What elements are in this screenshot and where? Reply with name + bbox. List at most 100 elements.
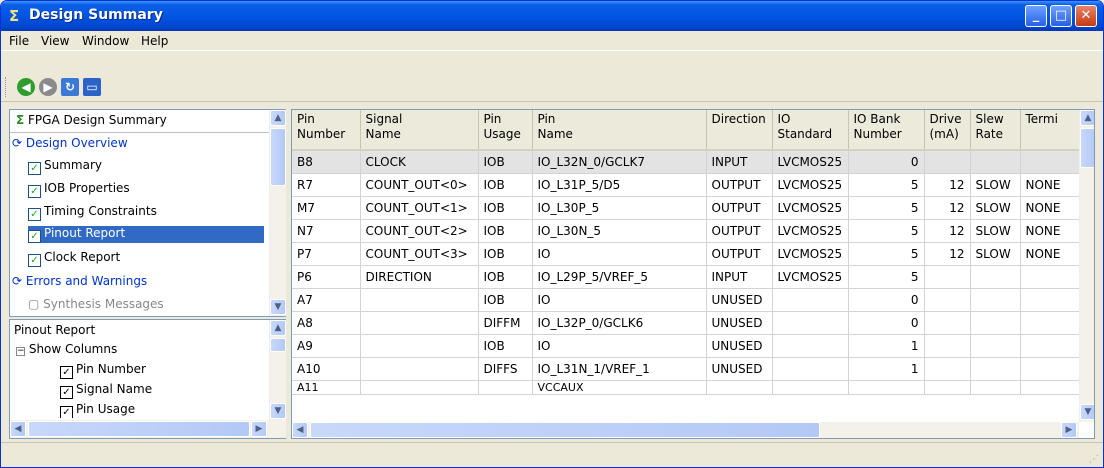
scroll-down-icon[interactable]: ▼ bbox=[270, 299, 286, 315]
scroll-up-icon[interactable]: ▲ bbox=[1080, 110, 1094, 126]
collapse-icon[interactable]: − bbox=[16, 347, 25, 356]
checkbox-checked-icon[interactable]: ✓ bbox=[60, 386, 73, 399]
tree-item-clock-report[interactable]: ✓ Clock Report bbox=[28, 250, 120, 267]
table-cell: IO bbox=[532, 242, 707, 266]
table-row[interactable]: P6 DIRECTION IOB IO_L29P_5/VREF_5 INPUT LVCMO… bbox=[292, 265, 1091, 289]
tree-item-timing-constraints[interactable]: ✓ Timing Constraints bbox=[28, 204, 157, 221]
menu-help[interactable]: Help bbox=[141, 34, 168, 48]
table-cell bbox=[924, 380, 971, 395]
checkbox-checked-icon[interactable]: ✓ bbox=[60, 366, 73, 379]
scroll-thumb[interactable] bbox=[310, 422, 820, 438]
scroll-thumb[interactable] bbox=[270, 128, 286, 186]
table-cell: IOB bbox=[478, 265, 533, 289]
column-header[interactable]: Pin Number bbox=[292, 110, 361, 151]
forward-icon[interactable]: ▶ bbox=[39, 78, 57, 96]
checkbox-checked-icon[interactable]: ✓ bbox=[60, 406, 73, 418]
tree-header[interactable]: Σ FPGA Design Summary bbox=[16, 113, 167, 127]
table-cell: IO_L30P_5 bbox=[532, 196, 707, 220]
table-cell: R7 bbox=[292, 173, 361, 197]
table-row[interactable]: P7 COUNT_OUT<3> IOB IO OUTPUT LVCMOS25 5 12 SLOW… bbox=[292, 242, 1091, 266]
tree-item-pinout-report[interactable]: ✓ Pinout Report bbox=[28, 226, 264, 243]
table-row[interactable]: M7 COUNT_OUT<1> IOB IO_L30P_5 OUTPUT LVCMOS25… bbox=[292, 196, 1091, 220]
maximize-button[interactable]: □ bbox=[1050, 5, 1072, 27]
divider bbox=[10, 132, 269, 133]
scroll-thumb[interactable] bbox=[270, 338, 286, 352]
resize-grip-icon[interactable]: ⋰ bbox=[1089, 454, 1099, 465]
tree-design-overview[interactable]: ⟳ Design Overview bbox=[12, 136, 128, 150]
option-pin-number[interactable]: ✓ Pin Number bbox=[60, 362, 146, 379]
toolbar: ◀ ▶ ↻ ▭ bbox=[1, 72, 1103, 102]
table-row[interactable]: R7 COUNT_OUT<0> IOB IO_L31P_5/D5 OUTPUT LVCMO… bbox=[292, 173, 1091, 197]
column-header[interactable]: Signal Name bbox=[360, 110, 479, 151]
menu-window[interactable]: Window bbox=[82, 34, 129, 48]
table-row[interactable]: A8 DIFFM IO_L32P_0/GCLK6 UNUSED 0 bbox=[292, 311, 1091, 335]
tree-item-label: Synthesis Messages bbox=[43, 297, 164, 311]
tree-vertical-scrollbar[interactable]: ▲ ▼ bbox=[269, 110, 286, 316]
scroll-up-icon[interactable]: ▲ bbox=[270, 110, 286, 126]
table-row[interactable]: A11 VCCAUX bbox=[292, 380, 1091, 395]
tree-item-synthesis-messages[interactable]: ▢ Synthesis Messages bbox=[28, 297, 164, 314]
column-header[interactable]: Pin Usage bbox=[478, 110, 533, 151]
window-icon[interactable]: ▭ bbox=[83, 78, 101, 96]
table-cell bbox=[360, 288, 479, 312]
scroll-thumb[interactable] bbox=[28, 421, 250, 437]
menu-file[interactable]: File bbox=[9, 34, 29, 48]
tree-errors-warnings[interactable]: ⟳ Errors and Warnings bbox=[12, 274, 147, 288]
table-cell: COUNT_OUT<1> bbox=[360, 196, 479, 220]
table-row[interactable]: N7 COUNT_OUT<2> IOB IO_L30N_5 OUTPUT LVCMOS25… bbox=[292, 219, 1091, 243]
option-pin-usage[interactable]: ✓ Pin Usage bbox=[60, 402, 135, 418]
table-cell: UNUSED bbox=[706, 288, 773, 312]
column-header[interactable]: Pin Name bbox=[532, 110, 707, 151]
table-cell bbox=[924, 150, 971, 174]
back-icon[interactable]: ◀ bbox=[17, 78, 35, 96]
options-horizontal-scrollbar[interactable]: ◀ ▶ bbox=[10, 420, 286, 438]
scroll-down-icon[interactable]: ▼ bbox=[270, 403, 286, 419]
table-cell: LVCMOS25 bbox=[772, 173, 849, 197]
table-row[interactable]: A7 IOB IO UNUSED 0 bbox=[292, 288, 1091, 312]
table-cell bbox=[478, 380, 533, 395]
toolbar-grip[interactable] bbox=[5, 77, 8, 97]
option-signal-name[interactable]: ✓ Signal Name bbox=[60, 382, 152, 399]
column-header[interactable]: IO Standard bbox=[772, 110, 849, 151]
close-button[interactable]: ✕ bbox=[1075, 5, 1097, 27]
column-header[interactable]: IO Bank Number bbox=[848, 110, 925, 151]
table-cell bbox=[970, 265, 1021, 289]
tree-item-summary[interactable]: ✓ Summary bbox=[28, 158, 102, 175]
table-cell: INPUT bbox=[706, 265, 773, 289]
scroll-down-icon[interactable]: ▼ bbox=[1080, 404, 1094, 420]
refresh-icon[interactable]: ↻ bbox=[61, 78, 79, 96]
table-cell: DIRECTION bbox=[360, 265, 479, 289]
grid-vertical-scrollbar[interactable]: ▲ ▼ bbox=[1079, 110, 1094, 422]
option-label: Signal Name bbox=[76, 382, 153, 396]
scroll-thumb[interactable] bbox=[1080, 128, 1094, 168]
column-header[interactable]: Slew Rate bbox=[970, 110, 1021, 151]
tree-item-iob-properties[interactable]: ✓ IOB Properties bbox=[28, 181, 130, 198]
table-cell: IO_L30N_5 bbox=[532, 219, 707, 243]
table-cell: OUTPUT bbox=[706, 196, 773, 220]
grid-horizontal-scrollbar[interactable]: ◀ ▶ bbox=[292, 422, 1079, 438]
scroll-left-icon[interactable]: ◀ bbox=[292, 422, 308, 438]
menu-view[interactable]: View bbox=[41, 34, 69, 48]
options-group[interactable]: − Show Columns bbox=[16, 342, 117, 356]
table-row[interactable]: B8 CLOCK IOB IO_L32N_0/GCLK7 INPUT LVCMOS25 0 bbox=[292, 150, 1091, 174]
table-row[interactable]: A10 DIFFS IO_L31N_1/VREF_1 UNUSED 1 bbox=[292, 357, 1091, 381]
options-vertical-scrollbar[interactable]: ▲ ▼ bbox=[269, 320, 286, 420]
column-header[interactable]: Drive (mA) bbox=[924, 110, 971, 151]
options-title: Pinout Report bbox=[14, 323, 96, 337]
table-cell bbox=[924, 357, 971, 381]
tree-header-label: FPGA Design Summary bbox=[28, 113, 167, 127]
table-row[interactable]: A9 IOB IO UNUSED 1 bbox=[292, 334, 1091, 358]
table-cell bbox=[848, 380, 925, 395]
table-cell: IOB bbox=[478, 334, 533, 358]
scroll-up-icon[interactable]: ▲ bbox=[270, 320, 286, 336]
table-cell: COUNT_OUT<0> bbox=[360, 173, 479, 197]
table-cell: 12 bbox=[924, 242, 971, 266]
minimize-button[interactable]: _ bbox=[1025, 5, 1047, 27]
column-header[interactable]: Direction bbox=[706, 110, 773, 151]
scroll-left-icon[interactable]: ◀ bbox=[10, 421, 26, 437]
title-bar[interactable]: Σ Design Summary _ □ ✕ bbox=[1, 1, 1103, 31]
scroll-right-icon[interactable]: ▶ bbox=[251, 421, 267, 437]
scroll-right-icon[interactable]: ▶ bbox=[1061, 422, 1077, 438]
tree-item-label: Clock Report bbox=[44, 250, 121, 264]
table-cell: IOB bbox=[478, 150, 533, 174]
